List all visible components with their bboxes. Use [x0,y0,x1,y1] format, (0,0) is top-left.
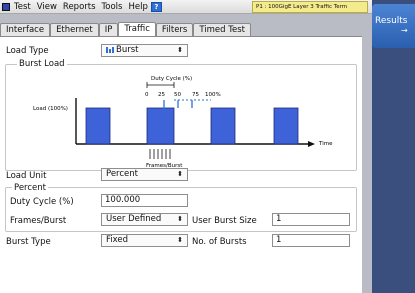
menu-view[interactable]: View [34,2,60,12]
duty-cycle-input[interactable]: 100.000 [101,194,188,207]
burst-load-diagram: Duty Cycle (%) 0 25 50 75 100% Load (100… [33,76,333,169]
select-arrows-icon: ⬍ [177,46,183,54]
duty-tick-0: 0 [145,92,149,98]
duty-tick-50: 50 [174,92,181,98]
num-bursts-label: No. of Bursts [192,237,247,247]
burst-icon [106,47,114,53]
tab-ip[interactable]: IP [98,23,119,37]
time-axis-label: Time [318,141,333,147]
results-label: Results [375,16,408,26]
menu-reports[interactable]: Reports [60,2,99,12]
load-unit-select[interactable]: Percent ⬍ [101,168,188,181]
select-arrows-icon: ⬍ [177,236,183,244]
duty-tick-100: 100% [205,92,221,98]
help-book-icon[interactable]: ? [150,1,162,12]
load-type-select[interactable]: Burst ⬍ [101,44,188,57]
duty-tick-75: 75 [192,92,199,98]
load-unit-value: Percent [106,169,138,179]
load-unit-label: Load Unit [6,171,47,181]
duty-cycle-diagram-label: Duty Cycle (%) [151,76,192,82]
burst-load-title: Burst Load [17,59,67,69]
burst-type-label: Burst Type [6,237,51,247]
scroll-area [362,30,372,293]
menu-help[interactable]: Help [125,2,150,12]
tab-interface[interactable]: Interface [0,23,51,37]
load-type-label: Load Type [6,46,49,56]
app-icon [2,2,10,11]
load-100-label: Load (100%) [33,106,68,112]
frames-burst-value: User Defined [106,214,162,224]
results-button[interactable]: Results → [372,4,415,48]
percent-group-title: Percent [12,183,48,193]
load-type-value: Burst [116,45,139,55]
port-status-banner: P1 : 100GigE Layer 3 Traffic Term [252,1,368,13]
frames-burst-label: Frames/Burst [10,216,67,226]
duty-cycle-label: Duty Cycle (%) [10,197,74,207]
menu-test[interactable]: Test [11,2,34,12]
menu-tools[interactable]: Tools [99,2,126,12]
user-burst-size-input[interactable]: 1 [272,213,350,226]
select-arrows-icon: ⬍ [177,170,183,178]
frames-burst-select[interactable]: User Defined ⬍ [101,213,188,226]
select-arrows-icon: ⬍ [177,215,183,223]
config-tabs: Interface Ethernet IP Traffic Filters Ti… [0,21,251,38]
tab-filters[interactable]: Filters [155,23,194,37]
user-burst-size-label: User Burst Size [192,216,257,226]
tab-timed-test[interactable]: Timed Test [193,23,251,37]
arrow-right-icon: → [401,26,408,35]
traffic-settings-panel: Load Type Burst ⬍ Burst Load Duty Cycle … [0,36,362,293]
tab-ethernet[interactable]: Ethernet [50,23,99,37]
burst-type-select[interactable]: Fixed ⬍ [101,234,188,247]
burst-type-value: Fixed [106,235,129,245]
num-bursts-input[interactable]: 1 [272,234,350,247]
duty-tick-25: 25 [158,92,165,98]
